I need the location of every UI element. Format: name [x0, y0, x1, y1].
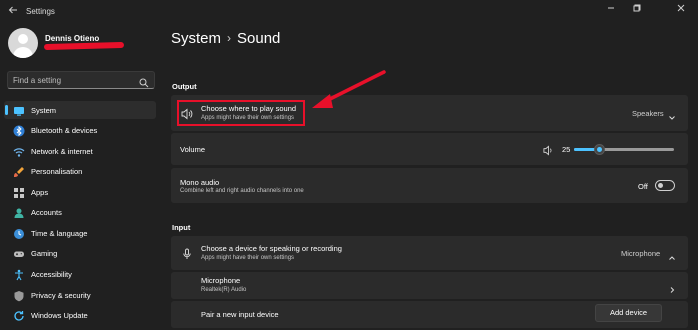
- active-indicator: [5, 105, 8, 115]
- microphone-device-title: Microphone: [201, 276, 241, 285]
- title-bar: Settings: [0, 0, 698, 22]
- shield-icon: [13, 289, 25, 302]
- sidebar-item-privacy[interactable]: Privacy & security: [4, 286, 156, 304]
- sidebar-item-accessibility[interactable]: Accessibility: [4, 265, 156, 283]
- volume-label: Volume: [180, 145, 206, 154]
- page-title: Sound: [237, 30, 281, 47]
- mono-audio-state: Off: [638, 182, 648, 191]
- sidebar-item-label: Apps: [31, 188, 49, 197]
- volume-value: 25: [562, 145, 571, 154]
- microphone-device-subtitle: Realtek(R) Audio: [201, 287, 247, 293]
- close-icon[interactable]: [674, 3, 688, 15]
- input-section-label: Input: [172, 223, 191, 232]
- sidebar-item-label: System: [31, 106, 57, 115]
- bluetooth-icon: [13, 124, 25, 137]
- microphone-icon: [181, 247, 193, 265]
- chevron-down-icon[interactable]: [668, 109, 676, 120]
- wifi-icon: [13, 145, 25, 157]
- sidebar-item-label: Privacy & security: [31, 291, 91, 300]
- choose-input-subtitle: Apps might have their own settings: [201, 255, 295, 261]
- breadcrumb-separator: ›: [227, 31, 232, 45]
- sidebar-item-personalisation[interactable]: Personalisation: [4, 162, 156, 180]
- sidebar-item-label: Time & language: [31, 229, 88, 238]
- minimize-icon[interactable]: [604, 3, 618, 15]
- globe-clock-icon: [13, 227, 25, 239]
- avatar-head: [18, 34, 28, 44]
- sidebar-item-system[interactable]: System: [4, 101, 156, 119]
- brush-icon: [13, 165, 25, 177]
- sidebar-item-label: Accounts: [31, 208, 62, 217]
- update-icon: [13, 309, 25, 321]
- output-section-label: Output: [172, 82, 197, 91]
- output-device-value: Speakers: [632, 109, 664, 118]
- annotation-highlight-box: [177, 100, 305, 126]
- input-device-value: Microphone: [621, 249, 661, 258]
- search-input[interactable]: [13, 74, 133, 86]
- sidebar-item-label: Personalisation: [31, 167, 83, 176]
- back-arrow-icon[interactable]: [8, 5, 20, 17]
- system-icon: [13, 104, 25, 116]
- maximize-icon[interactable]: [630, 3, 644, 15]
- volume-slider[interactable]: [574, 144, 674, 155]
- search-icon[interactable]: [139, 75, 149, 88]
- accounts-icon: [13, 206, 25, 218]
- sidebar-item-label: Windows Update: [31, 311, 88, 320]
- mono-audio-title: Mono audio: [180, 178, 220, 187]
- add-device-button[interactable]: Add device: [595, 304, 662, 322]
- sidebar-item-label: Accessibility: [31, 270, 72, 279]
- volume-slider-thumb[interactable]: [594, 144, 605, 155]
- microphone-device-row[interactable]: Microphone Realtek(R) Audio: [171, 272, 688, 299]
- breadcrumb-parent[interactable]: System: [171, 30, 221, 47]
- accessibility-icon: [13, 268, 25, 281]
- mono-audio-subtitle: Combine left and right audio channels in…: [180, 188, 304, 194]
- chevron-up-icon[interactable]: [668, 249, 676, 260]
- toggle-knob: [658, 183, 663, 188]
- choose-input-card[interactable]: Choose a device for speaking or recordin…: [171, 236, 688, 270]
- sidebar-item-time-language[interactable]: Time & language: [4, 224, 156, 242]
- gamepad-icon: [13, 247, 25, 259]
- user-avatar-icon[interactable]: [8, 28, 38, 58]
- sidebar-item-bluetooth[interactable]: Bluetooth & devices: [4, 121, 156, 139]
- volume-icon[interactable]: [543, 143, 554, 161]
- sidebar-item-apps[interactable]: Apps: [4, 183, 156, 201]
- pair-input-label: Pair a new input device: [201, 310, 279, 319]
- sidebar-item-windows-update[interactable]: Windows Update: [4, 306, 156, 324]
- breadcrumb: System › Sound: [171, 30, 280, 47]
- sidebar-item-label: Network & internet: [31, 147, 93, 156]
- search-box[interactable]: [7, 71, 155, 89]
- user-name: Dennis Otieno: [45, 34, 100, 43]
- choose-input-title: Choose a device for speaking or recordin…: [201, 244, 342, 253]
- redaction-mark: [43, 41, 125, 51]
- sidebar-item-accounts[interactable]: Accounts: [4, 203, 156, 221]
- sidebar-item-label: Gaming: [31, 249, 58, 258]
- sidebar-item-gaming[interactable]: Gaming: [4, 244, 156, 262]
- sidebar-item-label: Bluetooth & devices: [31, 126, 98, 135]
- apps-icon: [13, 186, 25, 198]
- sidebar-item-network[interactable]: Network & internet: [4, 142, 156, 160]
- mono-audio-card: Mono audio Combine left and right audio …: [171, 168, 688, 203]
- chevron-right-icon[interactable]: [668, 281, 676, 293]
- mono-audio-toggle[interactable]: [655, 180, 675, 191]
- app-title: Settings: [26, 7, 55, 16]
- avatar-body: [13, 47, 33, 58]
